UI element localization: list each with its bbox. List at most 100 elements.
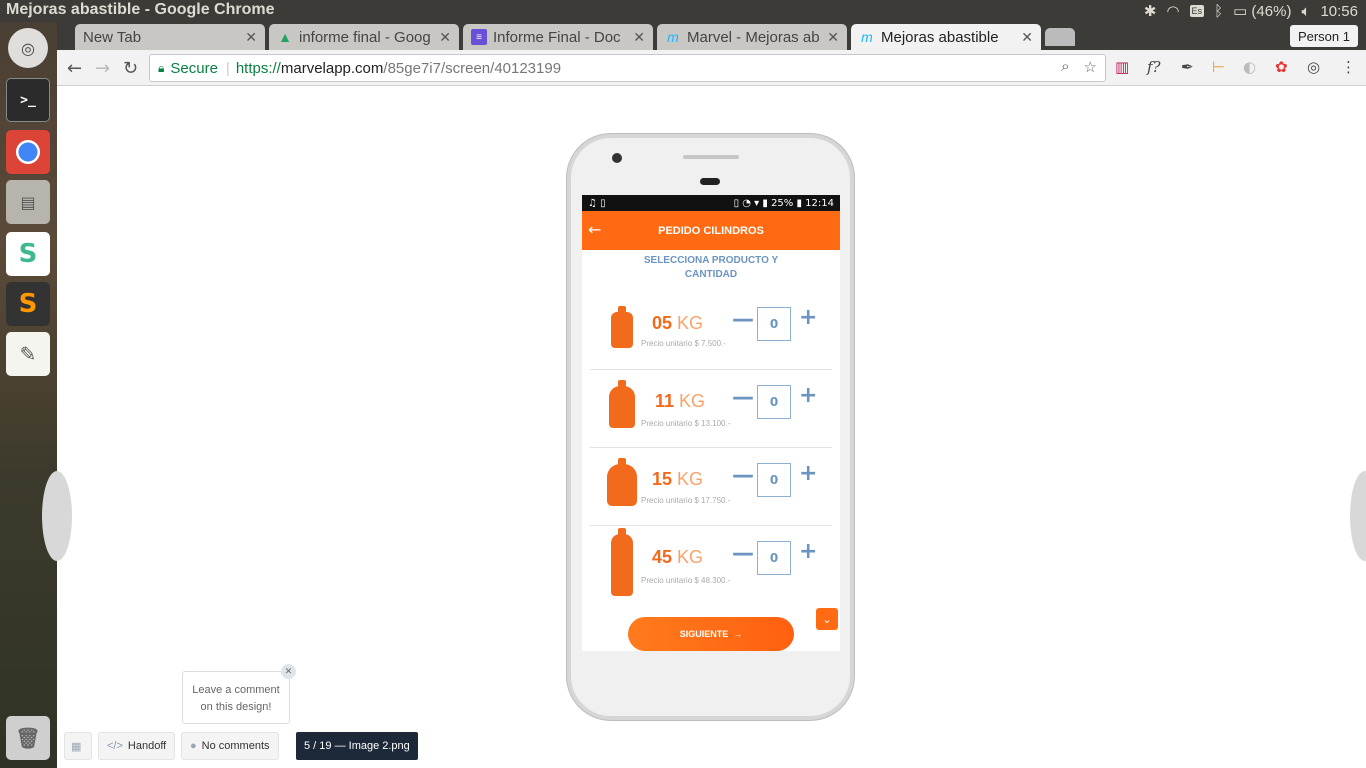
phone-camera xyxy=(612,153,622,163)
quantity-field[interactable]: 0 xyxy=(757,541,791,575)
product-weight: 05 KG xyxy=(652,313,704,333)
settings-icon[interactable]: ✱ xyxy=(1144,2,1157,20)
tab-label: New Tab xyxy=(83,28,142,46)
product-row-15kg: 15 KG Precio unitario $ 17.750.- — 0 + xyxy=(590,448,832,526)
quantity-field[interactable]: 0 xyxy=(757,307,791,341)
zoom-search-icon[interactable]: ⌕ xyxy=(1061,58,1069,76)
gas-cylinder-icon xyxy=(611,306,633,348)
url-path: /85ge7i7/screen/40123199 xyxy=(383,59,562,77)
address-bar[interactable]: 🔒︎ Secure | https:// marvelapp.com /85ge… xyxy=(149,54,1106,82)
close-tab-icon[interactable]: ✕ xyxy=(633,29,645,46)
sublime-text-icon[interactable]: S xyxy=(6,282,50,326)
battery-indicator[interactable]: ▭ (46%) xyxy=(1233,2,1291,20)
siguiente-button[interactable]: SIGUIENTE → xyxy=(628,617,794,651)
siguiente-label: SIGUIENTE xyxy=(679,629,729,639)
comment-prompt: Leave a comment on this design! xyxy=(182,671,290,724)
notification-icons: ♫ ▯ xyxy=(588,197,606,209)
keyboard-layout-indicator[interactable]: Es xyxy=(1189,5,1205,17)
close-icon[interactable]: ✕ xyxy=(281,664,296,679)
tab-marvel-mejoras[interactable]: m Marvel - Mejoras ab ✕ xyxy=(657,24,847,50)
grid-icon[interactable]: ▦ xyxy=(64,732,92,760)
product-row-5kg: 05 KG Precio unitario $ 7.500.- — 0 + xyxy=(590,292,832,370)
close-tab-icon[interactable]: ✕ xyxy=(439,29,451,46)
product-row-11kg: 11 KG Precio unitario $ 13.100.- — 0 + xyxy=(590,370,832,448)
screen-counter[interactable]: 5 / 19 — Image 2.png xyxy=(296,732,418,760)
bookmark-star-icon[interactable]: ☆ xyxy=(1084,58,1097,76)
tab-informe-final-drive[interactable]: ▲ informe final - Goog ✕ xyxy=(269,24,459,50)
decrease-button[interactable]: — xyxy=(732,463,754,488)
omnibox-actions: ⌕ ☆ xyxy=(1061,58,1097,76)
lock-icon: 🔒︎ xyxy=(158,60,165,75)
handoff-button[interactable]: </> Handoff xyxy=(98,732,176,760)
chrome-icon[interactable] xyxy=(6,130,50,174)
increase-button[interactable]: + xyxy=(799,305,817,330)
previous-screen-arrow[interactable] xyxy=(42,471,72,561)
unit-price: Precio unitario $ 17.750.- xyxy=(641,496,731,505)
comments-button[interactable]: ● No comments xyxy=(181,732,279,760)
close-tab-icon[interactable]: ✕ xyxy=(827,29,839,46)
extension-fonts-icon[interactable]: f? xyxy=(1147,58,1161,76)
android-status-bar: ♫ ▯ ▯ ◔ ▾ ▮ 25% ▮ 12:14 xyxy=(582,195,840,211)
bluetooth-icon[interactable]: ᛒ xyxy=(1214,3,1223,20)
reload-icon[interactable]: ↻ xyxy=(123,58,138,79)
url-scheme: https:// xyxy=(235,59,281,77)
back-arrow-icon[interactable]: ← xyxy=(588,220,601,239)
extension-disabled-icon[interactable]: ◐ xyxy=(1243,58,1256,76)
quantity-field[interactable]: 0 xyxy=(757,463,791,497)
scroll-down-icon[interactable]: ⌄ xyxy=(816,608,838,630)
next-screen-arrow[interactable] xyxy=(1350,471,1366,561)
slack-icon[interactable]: S xyxy=(6,232,50,276)
profile-button[interactable]: Person 1 xyxy=(1289,25,1358,47)
tab-new-tab[interactable]: New Tab ✕ xyxy=(75,24,265,50)
decrease-button[interactable]: — xyxy=(732,385,754,410)
tab-strip: New Tab ✕ ▲ informe final - Goog ✕ ≡ Infor… xyxy=(57,22,1366,50)
tab-label: Marvel - Mejoras ab xyxy=(687,28,820,46)
increase-button[interactable]: + xyxy=(799,539,817,564)
decrease-button[interactable]: — xyxy=(732,307,754,332)
divider: | xyxy=(225,59,230,77)
extension-colorpicker-icon[interactable]: ✒ xyxy=(1181,58,1194,76)
extension-color-wheel-icon[interactable]: ✿ xyxy=(1275,58,1288,76)
terminal-icon[interactable]: >_ xyxy=(6,78,50,122)
gas-cylinder-icon xyxy=(611,528,633,596)
text-editor-icon[interactable]: ✎ xyxy=(6,332,50,376)
app-header: ← PEDIDO CILINDROS xyxy=(582,211,840,250)
tab-informe-final-doc[interactable]: ≡ Informe Final - Doc ✕ xyxy=(463,24,653,50)
tab-label: informe final - Goog xyxy=(299,28,431,46)
unit-price: Precio unitario $ 13.100.- xyxy=(641,419,731,428)
volume-icon[interactable]: 🔈︎ xyxy=(1301,3,1310,20)
clock[interactable]: 10:56 xyxy=(1320,3,1358,20)
os-top-bar: Mejoras abastible - Google Chrome ✱ ◠ Es… xyxy=(0,0,1366,22)
close-tab-icon[interactable]: ✕ xyxy=(245,29,257,46)
trash-icon[interactable]: 🗑︎ xyxy=(6,716,50,760)
wifi-icon[interactable]: ◠ xyxy=(1166,2,1179,20)
system-tray: ✱ ◠ Es ᛒ ▭ (46%) 🔈︎ 10:56 xyxy=(1144,2,1358,21)
close-tab-icon[interactable]: ✕ xyxy=(1021,29,1033,46)
back-arrow-icon[interactable]: ← xyxy=(67,58,82,79)
ubuntu-dash-icon[interactable]: ◎ xyxy=(8,28,48,68)
url-host: marvelapp.com xyxy=(280,59,384,77)
launcher: ◎ >_ ▤ S S ✎ 🗑︎ xyxy=(0,22,57,768)
decrease-button[interactable]: — xyxy=(732,541,754,566)
unit-price: Precio unitario $ 48.300.- xyxy=(641,576,731,585)
files-icon[interactable]: ▤ xyxy=(6,180,50,224)
forward-arrow-icon[interactable]: → xyxy=(95,58,110,79)
chrome-menu-icon[interactable]: ⋮ xyxy=(1341,58,1356,76)
browser-toolbar: ← → ↻ 🔒︎ Secure | https:// marvelapp.com… xyxy=(57,50,1366,86)
extension-ruler-icon[interactable]: ⊢ xyxy=(1212,58,1225,76)
increase-button[interactable]: + xyxy=(799,383,817,408)
quantity-field[interactable]: 0 xyxy=(757,385,791,419)
extension-sync-icon[interactable]: ◎ xyxy=(1307,58,1320,76)
marvel-icon: m xyxy=(861,29,873,45)
status-right: ▯ ◔ ▾ ▮ 25% ▮ 12:14 xyxy=(733,197,834,209)
tab-label: Informe Final - Doc xyxy=(493,28,621,46)
secure-label: Secure xyxy=(170,59,218,77)
comments-label: No comments xyxy=(201,740,270,752)
product-weight: 11 KG xyxy=(655,391,706,411)
new-tab-button[interactable] xyxy=(1045,28,1075,46)
increase-button[interactable]: + xyxy=(799,461,817,486)
tab-label: Mejoras abastible xyxy=(881,28,999,46)
extension-barcode-icon[interactable]: ▥ xyxy=(1115,58,1129,76)
tab-mejoras-abastible[interactable]: m Mejoras abastible ✕ xyxy=(851,24,1041,50)
phone-speaker xyxy=(683,155,739,159)
